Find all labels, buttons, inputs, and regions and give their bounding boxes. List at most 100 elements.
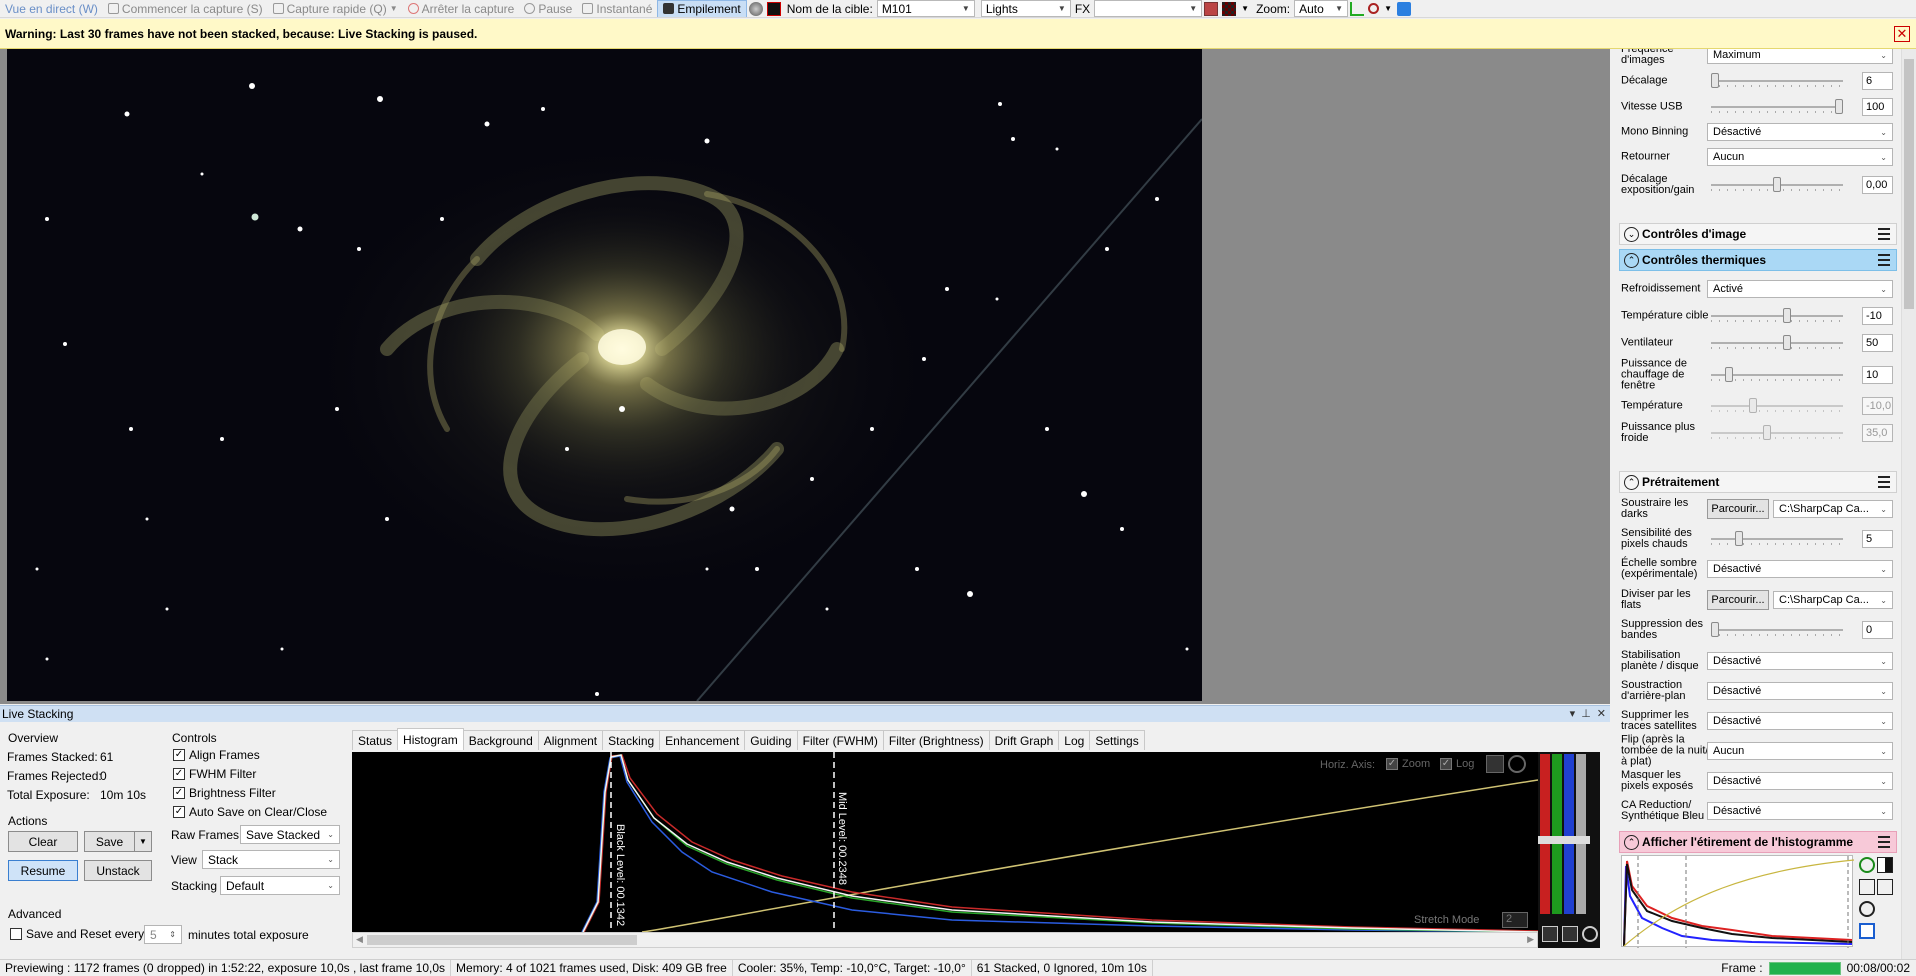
red-square-icon[interactable] — [1204, 1, 1219, 16]
lock-icon[interactable] — [1877, 879, 1893, 895]
exposure-gain-offset-value[interactable]: 0,00 — [1862, 176, 1893, 194]
target-temp-value[interactable]: -10 — [1862, 307, 1893, 325]
tab-enhancement[interactable]: Enhancement — [659, 730, 746, 750]
target-name-select[interactable]: M101 ▼ — [876, 0, 975, 17]
lightning-icon[interactable] — [1397, 1, 1412, 16]
save-dropdown-chevron-icon[interactable]: ▼ — [134, 831, 152, 852]
sphere-icon[interactable] — [748, 1, 763, 16]
rgb-level-bars[interactable] — [1538, 752, 1600, 948]
fx-select[interactable]: ▼ — [1094, 0, 1203, 17]
planet-stabilization-select[interactable]: Désactivé ⌄ — [1707, 652, 1893, 670]
image-controls-header[interactable]: ⌄ Contrôles d'image — [1619, 223, 1897, 245]
zoom-checkbox[interactable]: ✓ Zoom — [1386, 758, 1430, 770]
green-level-bar[interactable] — [1552, 754, 1562, 914]
reset-icon[interactable] — [1859, 901, 1875, 917]
tab-stacking[interactable]: Stacking — [602, 730, 661, 750]
flats-browse-button[interactable]: Parcourir... — [1707, 590, 1769, 610]
pin-icon[interactable]: ⊥ — [1581, 707, 1591, 720]
stacking-select[interactable]: Default ⌄ — [220, 876, 340, 895]
offset-slider[interactable] — [1711, 73, 1843, 88]
luminance-level-bar[interactable] — [1576, 754, 1586, 914]
target-temp-slider[interactable] — [1711, 308, 1843, 323]
save-reset-stepper[interactable]: 5 ⇕ — [144, 925, 182, 944]
contrast-icon[interactable] — [1877, 857, 1893, 873]
menu-icon[interactable] — [1878, 228, 1890, 240]
window-heater-value[interactable]: 10 — [1862, 366, 1893, 384]
save-icon[interactable] — [1859, 923, 1875, 939]
chevron-down-icon[interactable]: ▾ — [1570, 707, 1576, 720]
tab-filter-brightness[interactable]: Filter (Brightness) — [882, 730, 990, 750]
close-icon[interactable]: ✕ — [1894, 26, 1910, 42]
save-button[interactable]: Save — [84, 831, 135, 852]
darks-path-select[interactable]: C:\SharpCap Ca... ⌄ — [1773, 500, 1893, 518]
usb-speed-slider[interactable] — [1711, 99, 1843, 114]
stacking-histogram[interactable]: Black Level: 00.1342 Mid Level: 00.2348 … — [352, 752, 1538, 932]
ca-reduction-select[interactable]: Désactivé ⌄ — [1707, 802, 1893, 820]
tab-filter-fwhm[interactable]: Filter (FWHM) — [796, 730, 884, 750]
clear-button[interactable]: Clear — [8, 831, 78, 852]
stacking-button[interactable]: Empilement — [657, 0, 747, 17]
thermal-controls-header[interactable]: ⌃ Contrôles thermiques — [1619, 249, 1897, 271]
live-view-button[interactable]: Vue en direct (W) — [0, 0, 103, 17]
histogram-stretch-header[interactable]: ⌃ Afficher l'étirement de l'histogramme — [1619, 831, 1897, 853]
fan-value[interactable]: 50 — [1862, 334, 1893, 352]
no-sign-icon[interactable] — [766, 1, 781, 16]
unstack-button[interactable]: Unstack — [84, 860, 152, 881]
tab-alignment[interactable]: Alignment — [537, 730, 604, 750]
align-frames-checkbox[interactable]: ✓ Align Frames — [173, 748, 260, 762]
hot-pixel-value[interactable]: 5 — [1862, 530, 1893, 548]
darks-browse-button[interactable]: Parcourir... — [1707, 499, 1769, 519]
red-level-bar[interactable] — [1540, 754, 1550, 914]
snapshot-button[interactable]: Instantané — [577, 0, 657, 17]
save-reset-checkbox[interactable]: Save and Reset every — [10, 927, 144, 941]
mask-exposed-select[interactable]: Désactivé ⌄ — [1707, 772, 1893, 790]
menu-icon[interactable] — [1878, 254, 1890, 266]
flip-flat-select[interactable]: Aucun ⌄ — [1707, 742, 1893, 760]
hot-pixel-slider[interactable] — [1711, 531, 1843, 546]
image-viewer[interactable] — [0, 49, 1610, 704]
chevron-left-icon[interactable]: ◀ — [356, 934, 363, 945]
zoom-select[interactable]: Auto ▼ — [1294, 0, 1349, 17]
frame-type-select[interactable]: Lights ▼ — [980, 0, 1071, 17]
tab-settings[interactable]: Settings — [1089, 730, 1145, 750]
view-select[interactable]: Stack ⌄ — [202, 850, 340, 869]
quick-capture-button[interactable]: Capture rapide (Q) ▼ — [268, 0, 403, 17]
close-icon[interactable]: ✕ — [1597, 707, 1606, 720]
mono-binning-select[interactable]: Désactivé ⌄ — [1707, 123, 1893, 141]
chevron-right-icon[interactable]: ▶ — [1527, 934, 1534, 945]
blue-level-bar[interactable] — [1564, 754, 1574, 914]
frame-rate-select[interactable]: Maximum ⌄ — [1707, 49, 1893, 64]
stretch-mode-stepper[interactable]: 2 — [1502, 912, 1528, 928]
reset-icon[interactable] — [1508, 755, 1526, 773]
menu-icon[interactable] — [1878, 476, 1890, 488]
pause-button[interactable]: Pause — [519, 0, 577, 17]
sparkle-icon[interactable] — [1562, 926, 1578, 942]
start-capture-button[interactable]: Commencer la capture (S) — [103, 0, 268, 17]
right-panel-scrollbar[interactable] — [1901, 49, 1916, 959]
background-subtraction-select[interactable]: Désactivé ⌄ — [1707, 682, 1893, 700]
usb-speed-value[interactable]: 100 — [1862, 98, 1893, 116]
dark-scale-select[interactable]: Désactivé ⌄ — [1707, 560, 1893, 578]
mini-histogram[interactable] — [1621, 855, 1855, 948]
galaxy-image[interactable] — [7, 49, 1202, 701]
stop-capture-button[interactable]: Arrêter la capture — [403, 0, 520, 17]
reset-icon[interactable] — [1582, 926, 1598, 942]
info-icon[interactable] — [1859, 857, 1875, 873]
log-checkbox[interactable]: ✓ Log — [1440, 758, 1474, 770]
exposure-gain-offset-slider[interactable] — [1711, 177, 1843, 192]
cooling-select[interactable]: Activé ⌄ — [1707, 280, 1893, 298]
auto-save-checkbox[interactable]: ✓ Auto Save on Clear/Close — [173, 805, 327, 819]
brightness-filter-checkbox[interactable]: ✓ Brightness Filter — [173, 786, 276, 800]
flip-select[interactable]: Aucun ⌄ — [1707, 148, 1893, 166]
banding-value[interactable]: 0 — [1862, 621, 1893, 639]
fwhm-filter-checkbox[interactable]: ✓ FWHM Filter — [173, 767, 256, 781]
lightning-icon[interactable] — [1859, 879, 1875, 895]
histogram-icon[interactable] — [1350, 1, 1365, 16]
raw-frames-select[interactable]: Save Stacked ⌄ — [240, 825, 340, 844]
flats-path-select[interactable]: C:\SharpCap Ca... ⌄ — [1773, 591, 1893, 609]
window-heater-slider[interactable] — [1711, 367, 1843, 382]
satellite-trails-select[interactable]: Désactivé ⌄ — [1707, 712, 1893, 730]
fan-slider[interactable] — [1711, 335, 1843, 350]
menu-icon[interactable] — [1878, 836, 1890, 848]
offset-value[interactable]: 6 — [1862, 72, 1893, 90]
